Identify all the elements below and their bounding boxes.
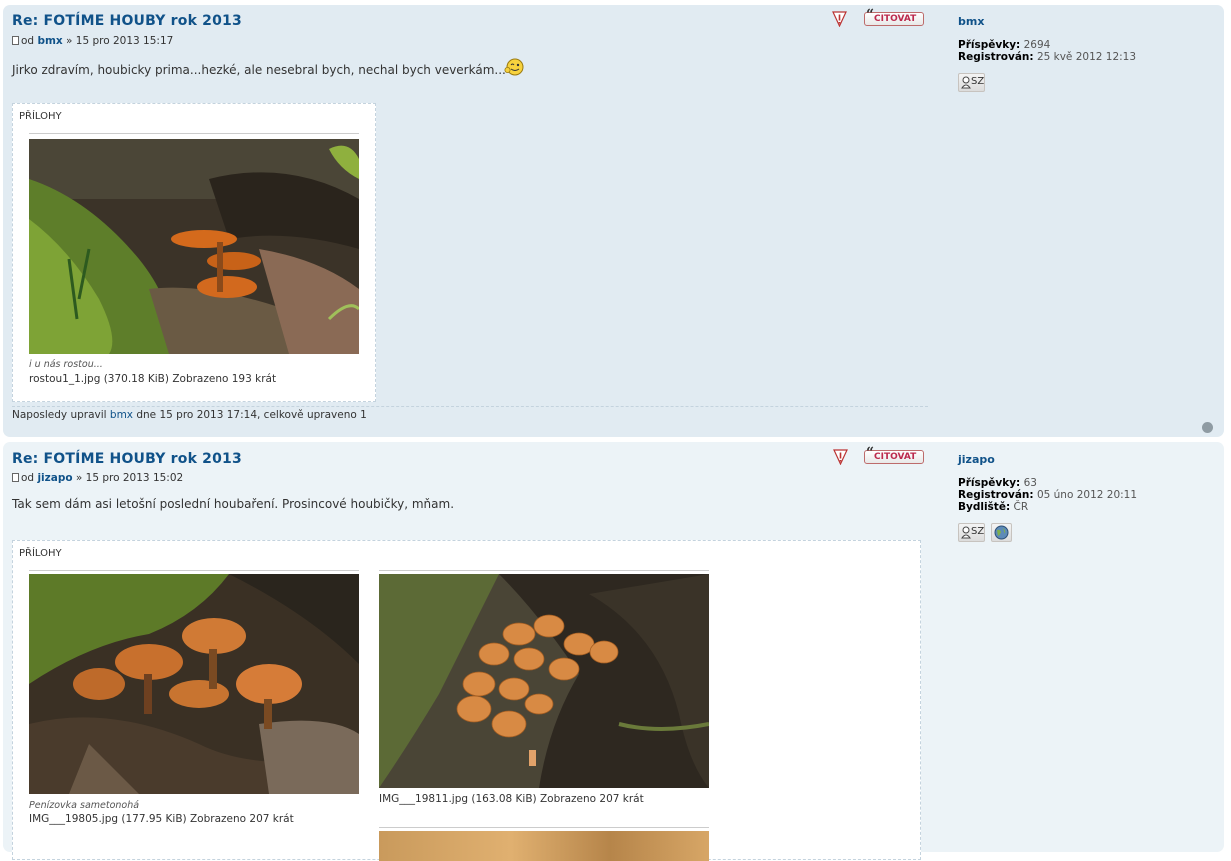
- report-icon[interactable]: [833, 449, 848, 465]
- back-to-top-icon[interactable]: [1202, 422, 1213, 433]
- attachment-divider: [379, 827, 709, 828]
- author-link[interactable]: jizapo: [37, 472, 72, 484]
- post-date: » 15 pro 2013 15:17: [66, 35, 174, 47]
- attachment-divider: [29, 570, 359, 571]
- report-icon[interactable]: [832, 11, 847, 27]
- post-separator: [12, 406, 928, 407]
- post-author-line: od bmx » 15 pro 2013 15:17: [12, 35, 173, 47]
- attachments-title: PŘÍLOHY: [19, 548, 62, 559]
- wink-emoji-icon: [504, 58, 524, 76]
- website-globe-icon: [994, 525, 1009, 540]
- post-title[interactable]: Re: FOTÍME HOUBY rok 2013: [12, 451, 242, 467]
- profile-username[interactable]: bmx: [958, 15, 984, 28]
- attachment-photo-mushroom-cluster[interactable]: [379, 574, 709, 788]
- attachments-box: PŘÍLOHY Penízovka sametonohá IMG___19805…: [12, 540, 921, 861]
- profile-registered: Registrován: 25 kvě 2012 12:13: [958, 51, 1137, 63]
- quote-label: CITOVAT: [874, 14, 917, 24]
- profile-posts: Příspěvky: 63: [958, 477, 1037, 489]
- profile-registered: Registrován: 05 úno 2012 20:11: [958, 489, 1138, 501]
- attachment-photo-mushrooms-moss[interactable]: [29, 139, 359, 354]
- pm-contact-icon: [961, 76, 971, 89]
- quote-icon: “: [866, 7, 875, 23]
- pm-button[interactable]: SZ: [958, 73, 985, 92]
- post-icon: [12, 473, 19, 482]
- quote-icon: “: [866, 445, 875, 461]
- attachment-fileinfo: rostou1_1.jpg (370.18 KiB) Zobrazeno 193…: [29, 373, 277, 385]
- post-jizapo: Re: FOTÍME HOUBY rok 2013 “ CITOVAT od j…: [3, 442, 1224, 861]
- profile-posts: Příspěvky: 2694: [958, 39, 1051, 51]
- pm-contact-icon: [961, 526, 971, 539]
- post-body: Jirko zdravím, houbicky prima...hezké, a…: [12, 63, 506, 77]
- edit-notice: Naposledy upravil bmx dne 15 pro 2013 17…: [12, 409, 367, 421]
- post-author-line: od jizapo » 15 pro 2013 15:02: [12, 472, 183, 484]
- post-title[interactable]: Re: FOTÍME HOUBY rok 2013: [12, 13, 242, 29]
- quote-label: CITOVAT: [874, 452, 917, 462]
- pm-button[interactable]: SZ: [958, 523, 985, 542]
- attachment-divider: [379, 570, 709, 571]
- website-button[interactable]: [991, 523, 1012, 542]
- profile-username[interactable]: jizapo: [958, 453, 995, 466]
- post-bmx: Re: FOTÍME HOUBY rok 2013 “ CITOVAT od b…: [3, 5, 1224, 437]
- attachment-photo-partial[interactable]: [379, 831, 709, 861]
- attachments-box: PŘÍLOHY i u nás rostou... rostou1_1.jpg …: [12, 103, 376, 402]
- quote-button[interactable]: “ CITOVAT: [864, 7, 924, 26]
- quote-button[interactable]: “ CITOVAT: [864, 445, 924, 464]
- profile-location: Bydliště: ČR: [958, 501, 1029, 513]
- attachment-photo-penizovka[interactable]: [29, 574, 359, 794]
- attachments-title: PŘÍLOHY: [19, 111, 62, 122]
- attachment-fileinfo: IMG___19811.jpg (163.08 KiB) Zobrazeno 2…: [379, 793, 644, 805]
- post-date: » 15 pro 2013 15:02: [75, 472, 184, 484]
- attachment-caption: i u nás rostou...: [29, 359, 103, 370]
- edited-user-link[interactable]: bmx: [110, 409, 133, 421]
- attachment-caption: Penízovka sametonohá: [29, 800, 140, 811]
- attachment-fileinfo: IMG___19805.jpg (177.95 KiB) Zobrazeno 2…: [29, 813, 294, 825]
- author-link[interactable]: bmx: [37, 35, 62, 47]
- attachment-divider: [29, 133, 359, 134]
- post-body: Tak sem dám asi letošní poslední houbaře…: [12, 497, 455, 511]
- post-icon: [12, 36, 19, 45]
